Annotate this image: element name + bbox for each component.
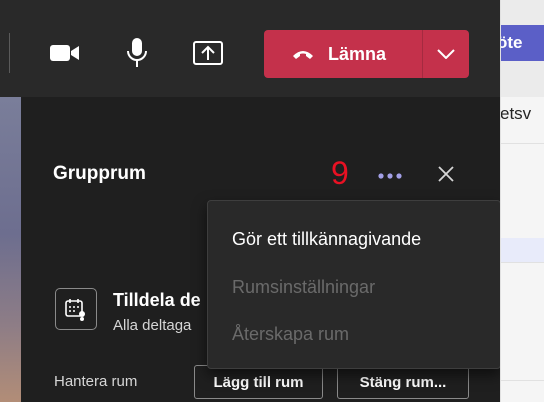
manage-rooms-label: Hantera rum xyxy=(54,373,138,390)
calendar-people-icon xyxy=(65,299,85,321)
menu-item-recreate-rooms: Återskapa rum xyxy=(232,324,350,344)
selected-row xyxy=(501,238,544,262)
hang-up-icon xyxy=(293,51,313,59)
row-divider xyxy=(501,143,544,144)
microphone-button[interactable] xyxy=(120,36,154,70)
close-rooms-button[interactable]: Stäng rum... xyxy=(337,365,469,399)
assign-participants-icon-box xyxy=(55,288,97,330)
leave-button[interactable]: Lämna xyxy=(264,30,469,78)
more-options-menu: Gör ett tillkännagivande Rumsinställning… xyxy=(207,200,501,369)
close-icon xyxy=(438,166,454,182)
share-button[interactable] xyxy=(191,36,225,70)
menu-item-room-settings: Rumsinställningar xyxy=(232,277,376,297)
more-options-button[interactable] xyxy=(375,167,405,185)
step-annotation: 9 xyxy=(331,155,349,191)
close-panel-button[interactable] xyxy=(435,163,457,185)
leave-main[interactable]: Lämna xyxy=(264,30,422,78)
share-screen-icon xyxy=(193,41,223,65)
camera-button[interactable] xyxy=(48,36,82,70)
meet-button[interactable]: öte xyxy=(501,25,544,61)
background-app: öte etsv xyxy=(500,0,544,402)
meet-button-label: öte xyxy=(501,33,523,52)
more-options-icon xyxy=(378,173,402,179)
video-feed xyxy=(0,97,21,402)
leave-label: Lämna xyxy=(328,43,387,64)
chevron-down-icon xyxy=(437,49,455,59)
meeting-toolbar: Lämna xyxy=(0,0,500,97)
leave-options-button[interactable] xyxy=(423,30,469,78)
microphone-icon xyxy=(127,38,147,67)
row-divider xyxy=(501,262,544,263)
assign-participants-subtitle: Alla deltaga xyxy=(113,317,192,334)
background-text-fragment: etsv xyxy=(500,104,532,123)
menu-item-announcement[interactable]: Gör ett tillkännagivande xyxy=(232,229,421,250)
video-camera-icon xyxy=(50,45,79,61)
row-divider xyxy=(501,380,544,381)
toolbar-divider xyxy=(9,33,10,73)
add-room-button[interactable]: Lägg till rum xyxy=(194,365,323,399)
assign-participants-title[interactable]: Tilldela de xyxy=(113,290,201,311)
panel-title: Grupprum xyxy=(53,163,146,184)
